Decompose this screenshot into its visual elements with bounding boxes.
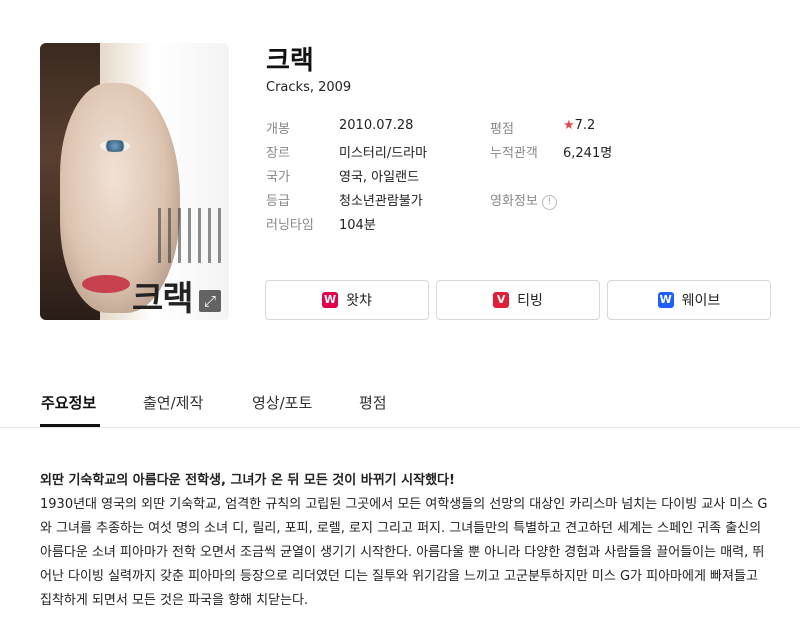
info-icon[interactable]: ! [541,195,557,210]
info-value: 영국, 아일랜드 [339,170,420,185]
poster-lips [82,275,130,293]
star-icon: ★ [563,118,575,133]
poster-eye [100,140,130,152]
rating-value: 7.2 [574,118,596,133]
ott-label: 웨이브 [681,293,721,309]
movieinfo-label: 영화정보 [490,194,538,209]
rating-label: 평점 [490,122,514,137]
active-tab-indicator [40,424,100,427]
tab-bar: 주요정보 출연/제작 영상/포토 평점 [0,382,800,428]
poster-dancers [158,208,223,263]
info-label: 등급 [266,194,290,209]
info-value: 미스터리/드라마 [339,146,428,161]
info-label: 장르 [266,146,290,161]
audience-value: 6,241명 [563,146,613,161]
info-value: 2010.07.28 [339,118,414,133]
synopsis-headline: 외딴 기숙학교의 아름다운 전학생, 그녀가 온 뒤 모든 것이 바뀌기 시작했… [40,473,455,488]
tab-video-photo[interactable]: 영상/포토 [252,392,312,413]
rating-value-group: ★7.2 [563,118,595,133]
watcha-logo-icon: W [322,292,339,308]
info-label: 국가 [266,170,290,185]
movie-poster[interactable]: 크랙 ⤢ [40,43,229,320]
movieinfo-label-group[interactable]: 영화정보! [490,190,557,210]
ott-button-watcha[interactable]: W 왓챠 [265,280,429,320]
synopsis-body: 1930년대 영국의 외딴 기숙학교, 엄격한 규칙의 고립된 그곳에서 모든 … [40,497,768,608]
tab-main-info[interactable]: 주요정보 [41,392,96,413]
ott-button-wavve[interactable]: W 웨이브 [607,280,771,320]
audience-label: 누적관객 [490,146,538,161]
ott-label: 티빙 [517,293,543,309]
tab-reviews[interactable]: 평점 [359,392,387,413]
info-label: 러닝타임 [266,218,314,233]
wavve-logo-icon: W [657,292,674,308]
ott-button-tving[interactable]: V 티빙 [436,280,600,320]
poster-title: 크랙 [132,279,194,319]
movie-title: 크랙 [266,46,314,76]
info-value: 104분 [339,218,376,233]
expand-icon[interactable]: ⤢ [199,290,221,312]
tab-cast-crew[interactable]: 출연/제작 [143,392,203,413]
movie-subtitle: Cracks, 2009 [266,80,352,95]
ott-label: 왓챠 [346,293,372,309]
info-label: 개봉 [266,122,290,137]
synopsis: 외딴 기숙학교의 아름다운 전학생, 그녀가 온 뒤 모든 것이 바뀌기 시작했… [40,469,770,613]
info-value: 청소년관람불가 [339,194,423,209]
tving-logo-icon: V [493,292,510,308]
